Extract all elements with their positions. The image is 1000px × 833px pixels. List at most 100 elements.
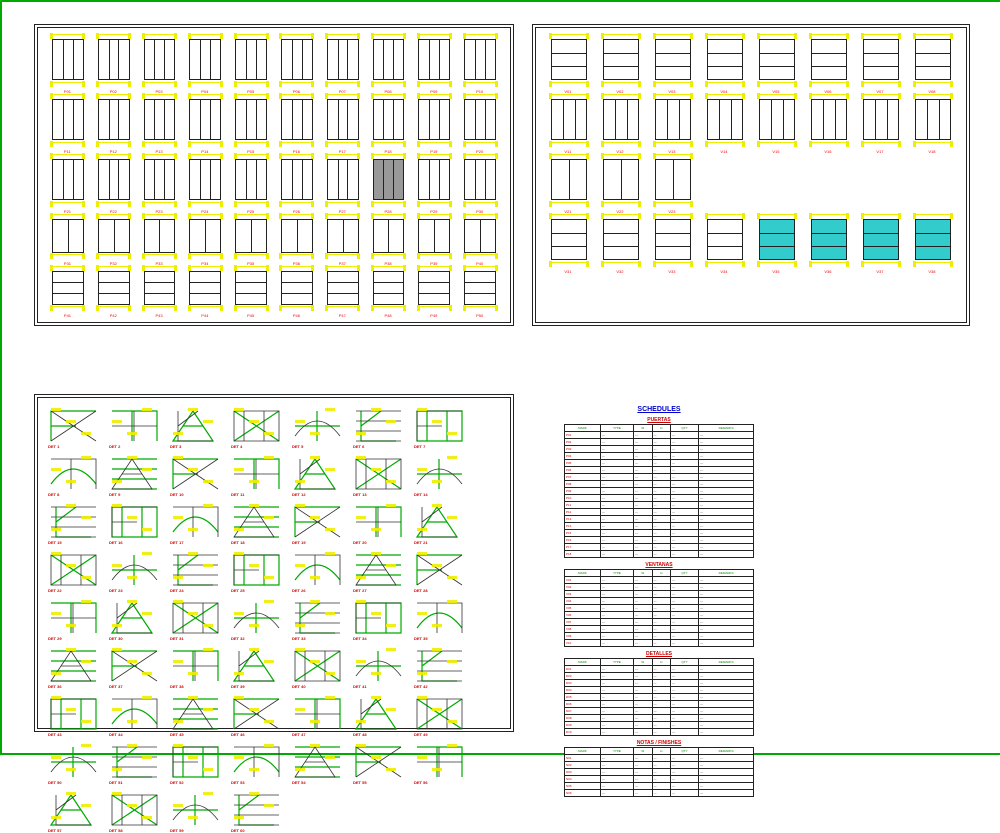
elevation-frame	[327, 39, 359, 80]
dim-line	[325, 254, 360, 259]
mark-tag: P47	[339, 313, 346, 318]
table-cell: —	[652, 523, 670, 530]
elevation-frame	[655, 219, 692, 260]
table-cell: —	[699, 715, 754, 722]
window-item: V23	[650, 156, 696, 206]
elevation-frame	[373, 39, 405, 80]
table-cell: —	[600, 729, 633, 736]
mark-tag: P35	[247, 261, 254, 266]
window-item: V31	[546, 216, 592, 266]
detail-label: DET 52	[170, 780, 184, 785]
table-cell: —	[652, 453, 670, 460]
door-item: P14	[185, 96, 225, 146]
dim-line	[188, 82, 223, 87]
table-cell: —	[699, 640, 754, 647]
mark-tag: V31	[564, 269, 571, 274]
detail-item: DET 5	[290, 406, 345, 448]
table-cell: —	[600, 687, 633, 694]
table-row: P08—————	[565, 481, 754, 488]
table-cell: N03	[565, 769, 601, 776]
elevation-frame	[464, 159, 496, 200]
detail-label: DET 18	[231, 540, 245, 545]
dim-line	[371, 254, 406, 259]
table-cell: —	[634, 467, 652, 474]
elevation-frame	[655, 99, 692, 140]
table-cell: —	[652, 488, 670, 495]
dim-line	[325, 82, 360, 87]
table-cell: —	[699, 577, 754, 584]
table-cell: —	[634, 598, 652, 605]
mark-tag: V32	[616, 269, 623, 274]
dim-line	[463, 306, 498, 311]
table-cell: —	[634, 729, 652, 736]
table-header: H	[652, 748, 670, 755]
panel-window-elevations: V01V02V03V04V05V06V07V08V11V12V13V14V15V…	[532, 24, 970, 326]
panel-door-elevations: P01P02P03P04P05P06P07P08P09P10P11P12P13P…	[34, 24, 514, 326]
table-cell: —	[652, 640, 670, 647]
schedule-title: SCHEDULES	[564, 406, 754, 413]
schedule-table: MARKTYPEWHQTYREMARKSD01—————D02—————D03—…	[564, 658, 754, 736]
elevation-frame	[707, 219, 744, 260]
detail-label: DET 10	[170, 492, 184, 497]
door-item: P38	[369, 216, 409, 258]
elevation-frame	[811, 39, 848, 80]
mark-tag: P06	[293, 89, 300, 94]
dim-line	[601, 142, 642, 147]
table-cell: N01	[565, 755, 601, 762]
detail-item: DET 21	[412, 502, 467, 544]
elevation-frame	[144, 39, 176, 80]
window-item: V08	[910, 36, 956, 86]
table-cell: —	[634, 537, 652, 544]
detail-label: DET 32	[231, 636, 245, 641]
elevation-frame	[52, 39, 84, 80]
table-cell: —	[600, 790, 633, 797]
elevation-frame	[464, 271, 496, 305]
detail-item: DET 24	[168, 550, 223, 592]
table-cell: —	[670, 516, 698, 523]
window-item: V38	[910, 216, 956, 266]
detail-item: DET 6	[351, 406, 406, 448]
table-cell: —	[699, 584, 754, 591]
window-item: V02	[598, 36, 644, 86]
door-item: P37	[323, 216, 363, 258]
door-item: P49	[414, 268, 454, 310]
window-item: V17	[858, 96, 904, 146]
door-item: P40	[460, 216, 500, 258]
elevation-frame	[98, 39, 130, 80]
mark-tag: P49	[430, 313, 437, 318]
dim-line	[279, 254, 314, 259]
table-row: P12—————	[565, 509, 754, 516]
table-cell: —	[652, 612, 670, 619]
dim-line	[234, 142, 269, 147]
table-row: P01—————	[565, 432, 754, 439]
mark-tag: V12	[616, 149, 623, 154]
table-cell: —	[699, 537, 754, 544]
table-cell: —	[652, 687, 670, 694]
mark-tag: P23	[156, 209, 163, 214]
mark-tag: P02	[110, 89, 117, 94]
table-cell: —	[652, 715, 670, 722]
table-cell: —	[634, 687, 652, 694]
elevation-frame	[655, 39, 692, 80]
dim-line	[653, 202, 694, 207]
window-item: V34	[702, 216, 748, 266]
schedule-table: MARKTYPEWHQTYREMARKSV01—————V02—————V03—…	[564, 569, 754, 647]
dim-line	[705, 82, 746, 87]
table-cell: —	[600, 495, 633, 502]
table-cell: —	[699, 612, 754, 619]
table-row: V01—————	[565, 577, 754, 584]
mark-tag: V04	[720, 89, 727, 94]
detail-item: DET 55	[351, 742, 406, 784]
detail-item: DET 16	[107, 502, 162, 544]
table-cell: P17	[565, 544, 601, 551]
elevation-frame	[189, 159, 221, 200]
table-row: P04—————	[565, 453, 754, 460]
dim-line	[234, 254, 269, 259]
detail-item: DET 29	[46, 598, 101, 640]
mark-tag: V08	[928, 89, 935, 94]
mark-tag: P30	[476, 209, 483, 214]
detail-item: DET 15	[46, 502, 101, 544]
table-cell: —	[634, 673, 652, 680]
elevation-frame	[235, 219, 267, 253]
dim-line	[757, 142, 798, 147]
